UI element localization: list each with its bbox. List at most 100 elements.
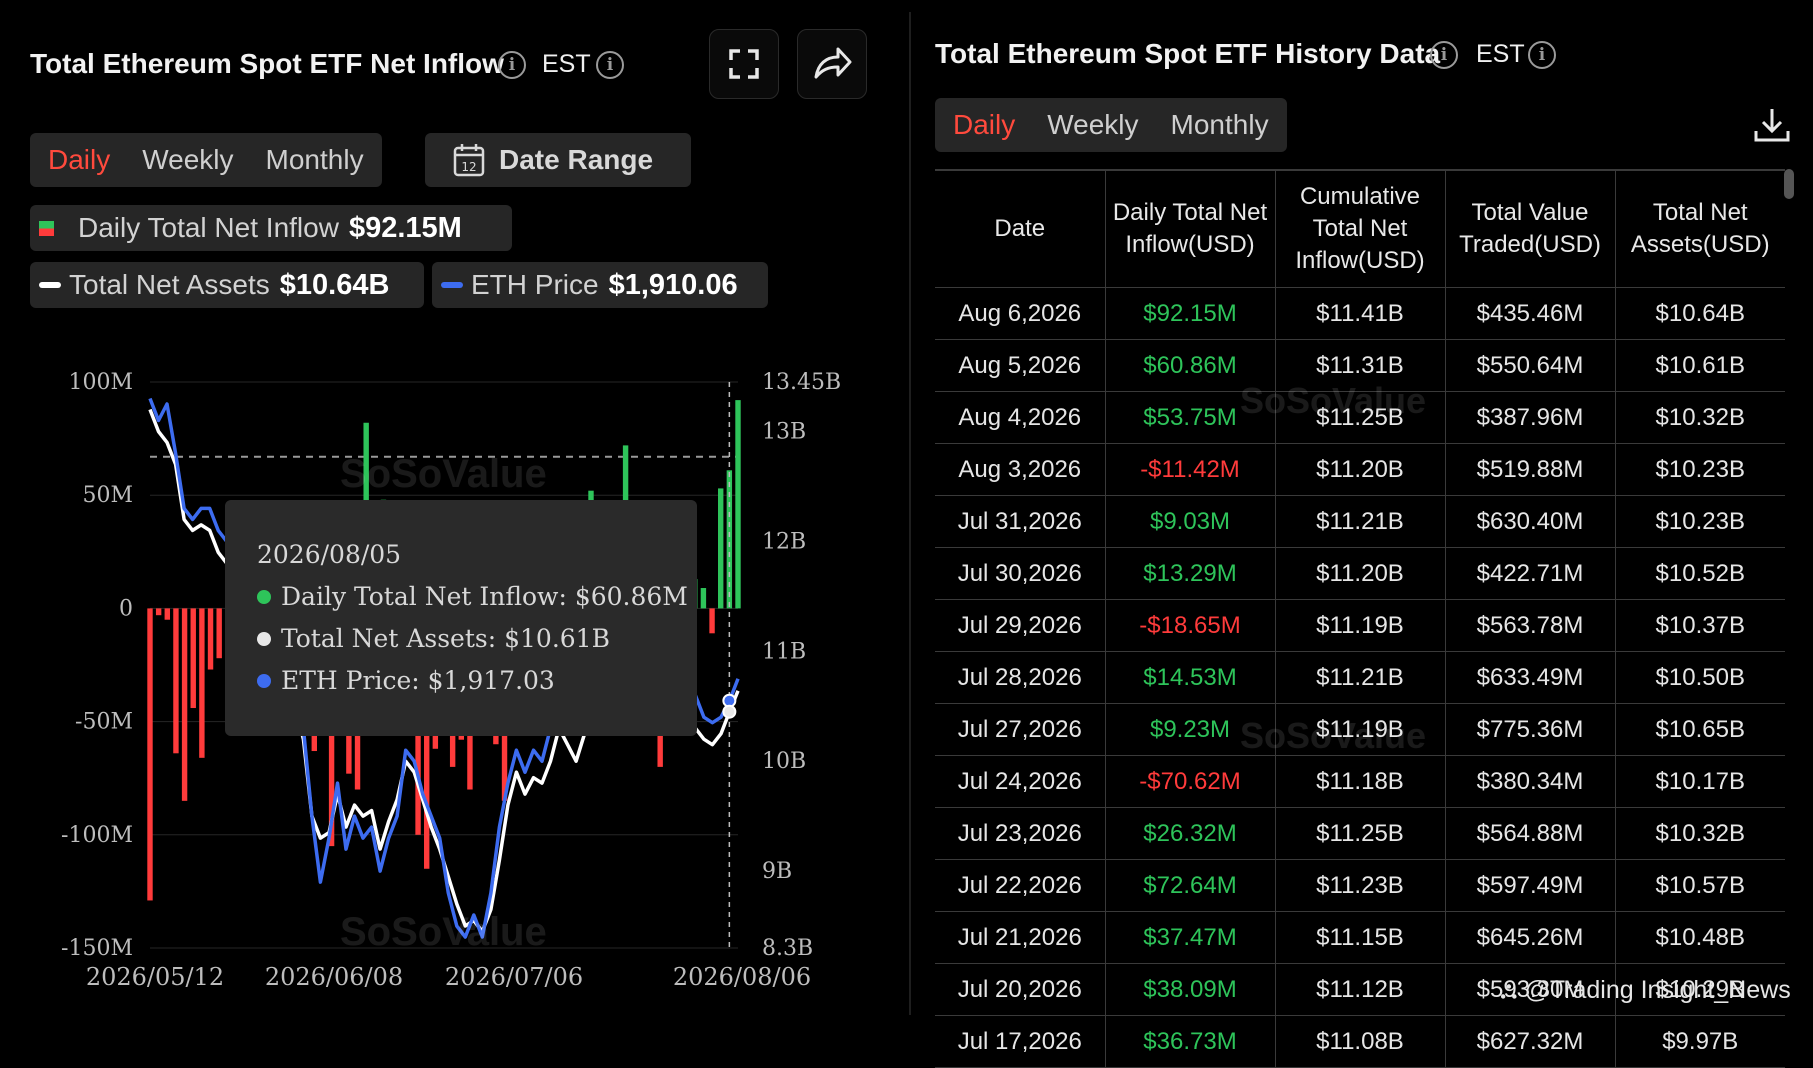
table-row[interactable]: Aug 6,2026 $92.15M $11.41B $435.46M $10.64B	[935, 287, 1785, 340]
table-cell: $13.29M	[1104, 547, 1275, 600]
y-tick-label-left: 100M	[68, 370, 133, 395]
column-header[interactable]: Cumulative Total Net Inflow(USD)	[1274, 169, 1445, 288]
table-row[interactable]: Jul 21,2026 $37.47M $11.15B $645.26M $10.48B	[935, 911, 1785, 964]
table-cell: $422.71M	[1444, 547, 1615, 600]
tooltip-inflow: Daily Total Net Inflow: $60.86M	[281, 582, 688, 611]
y-tick-label-right: 11B	[762, 639, 806, 664]
table-cell: $519.88M	[1444, 443, 1615, 496]
table-cell: -$18.65M	[1104, 599, 1275, 652]
y-tick-label-right: 10B	[762, 749, 806, 774]
table-cell: $26.32M	[1104, 807, 1275, 860]
inflow-bar	[173, 608, 179, 754]
tab-weekly[interactable]: Weekly	[126, 144, 249, 176]
table-cell: Jul 21,2026	[935, 911, 1105, 964]
y-tick-label-left: -100M	[61, 823, 133, 848]
tooltip-price: ETH Price: $1,917.03	[281, 666, 555, 695]
x-tick-label: 2026/05/12	[86, 963, 224, 991]
table-cell: $435.46M	[1444, 287, 1615, 340]
download-icon[interactable]	[1752, 105, 1792, 145]
table-cell: $36.73M	[1104, 1015, 1275, 1068]
table-cell: Jul 17,2026	[935, 1015, 1105, 1068]
table-cell: $10.23B	[1614, 443, 1785, 496]
table-cell: Jul 29,2026	[935, 599, 1105, 652]
table-cell: $10.57B	[1614, 859, 1785, 912]
table-cell: -$11.42M	[1104, 443, 1275, 496]
tab-monthly[interactable]: Monthly	[250, 144, 380, 176]
green-dot-icon	[257, 589, 271, 604]
tab-daily[interactable]: Daily	[937, 109, 1031, 141]
y-tick-label-right: 13.45B	[762, 370, 841, 395]
table-cell: $380.34M	[1444, 755, 1615, 808]
y-tick-label-right: 9B	[762, 859, 792, 884]
share-button[interactable]	[797, 29, 867, 99]
tooltip-date: 2026/08/05	[257, 540, 402, 569]
watermark: SoSoValue	[1240, 380, 1427, 421]
table-cell: $11.20B	[1274, 443, 1445, 496]
table-cell: $10.50B	[1614, 651, 1785, 704]
timezone-info-icon[interactable]: i	[596, 51, 624, 79]
table-cell: Jul 31,2026	[935, 495, 1105, 548]
scrollbar[interactable]	[1784, 169, 1794, 199]
tab-daily[interactable]: Daily	[32, 144, 126, 176]
inflow-bar	[199, 608, 205, 758]
table-row[interactable]: Aug 3,2026 -$11.42M $11.20B $519.88M $10.23B	[935, 443, 1785, 496]
table-cell: $10.32B	[1614, 391, 1785, 444]
inflow-bar	[726, 470, 733, 609]
column-header[interactable]: Daily Total Net Inflow(USD)	[1104, 169, 1275, 288]
net-inflow-panel: Total Ethereum Spot ETF Net Inflow i EST…	[0, 0, 905, 1015]
table-cell: $775.36M	[1444, 703, 1615, 756]
table-cell: $563.78M	[1444, 599, 1615, 652]
x-tick-label: 2026/07/06	[445, 963, 583, 991]
table-cell: $10.64B	[1614, 287, 1785, 340]
tooltip-inflow-row: Daily Total Net Inflow: $60.86M	[257, 582, 688, 611]
timezone-label: EST	[542, 50, 591, 78]
table-row[interactable]: Jul 23,2026 $26.32M $11.25B $564.88M $10.32B	[935, 807, 1785, 860]
legend-assets-value: $10.64B	[279, 268, 390, 301]
assets-swatch	[39, 282, 61, 288]
table-cell: $11.08B	[1274, 1015, 1445, 1068]
interval-tabs: Daily Weekly Monthly	[935, 98, 1287, 152]
tab-weekly[interactable]: Weekly	[1031, 109, 1154, 141]
info-icon[interactable]: i	[498, 51, 526, 79]
y-tick-label-right: 8.3B	[762, 936, 813, 961]
table-cell: Jul 20,2026	[935, 963, 1105, 1016]
table-row[interactable]: Jul 22,2026 $72.64M $11.23B $597.49M $10.57B	[935, 859, 1785, 912]
inflow-bar	[207, 608, 214, 670]
table-row[interactable]: Jul 29,2026 -$18.65M $11.19B $563.78M $10.37…	[935, 599, 1785, 652]
table-row[interactable]: Jul 28,2026 $14.53M $11.21B $633.49M $10.50B	[935, 651, 1785, 704]
inflow-bar	[147, 608, 153, 901]
legend-price-label: ETH Price	[471, 269, 599, 300]
column-header[interactable]: Total Net Assets(USD)	[1614, 169, 1785, 288]
timezone-info-icon[interactable]: i	[1528, 41, 1556, 69]
column-header[interactable]: Date	[935, 169, 1105, 288]
table-cell: $387.96M	[1444, 391, 1615, 444]
legend-inflow-value: $92.15M	[348, 211, 462, 244]
table-cell: $630.40M	[1444, 495, 1615, 548]
inflow-bar	[216, 608, 222, 659]
inflow-bar	[190, 608, 196, 709]
watermark: SoSoValue	[340, 452, 547, 496]
table-cell: Aug 4,2026	[935, 391, 1105, 444]
column-header[interactable]: Total Value Traded(USD)	[1444, 169, 1615, 288]
table-row[interactable]: Jul 17,2026 $36.73M $11.08B $627.32M $9.97B	[935, 1015, 1785, 1068]
white-dot-icon	[257, 631, 271, 646]
table-row[interactable]: Jul 24,2026 -$70.62M $11.18B $380.34M $10.17…	[935, 755, 1785, 808]
x-tick-label: 2026/08/06	[673, 963, 811, 991]
table-cell: Jul 28,2026	[935, 651, 1105, 704]
table-cell: $11.25B	[1274, 807, 1445, 860]
table-cell: $627.32M	[1444, 1015, 1615, 1068]
info-icon[interactable]: i	[1430, 41, 1458, 69]
watermark: SoSoValue	[340, 910, 547, 954]
table-row[interactable]: Jul 31,2026 $9.03M $11.21B $630.40M $10.23B	[935, 495, 1785, 548]
date-range-button[interactable]: 12 Date Range	[425, 133, 691, 187]
legend-net-assets: Total Net Assets $10.64B	[30, 262, 424, 308]
fullscreen-button[interactable]	[709, 29, 779, 99]
share-node-icon: ⛬	[1500, 976, 1525, 1004]
table-cell: $11.21B	[1274, 495, 1445, 548]
y-tick-label-left: 50M	[82, 483, 133, 508]
tab-monthly[interactable]: Monthly	[1155, 109, 1285, 141]
legend-eth-price: ETH Price $1,910.06	[432, 262, 768, 308]
table-row[interactable]: Jul 30,2026 $13.29M $11.20B $422.71M $10.52B	[935, 547, 1785, 600]
table-cell: Jul 22,2026	[935, 859, 1105, 912]
table-cell: $11.23B	[1274, 859, 1445, 912]
